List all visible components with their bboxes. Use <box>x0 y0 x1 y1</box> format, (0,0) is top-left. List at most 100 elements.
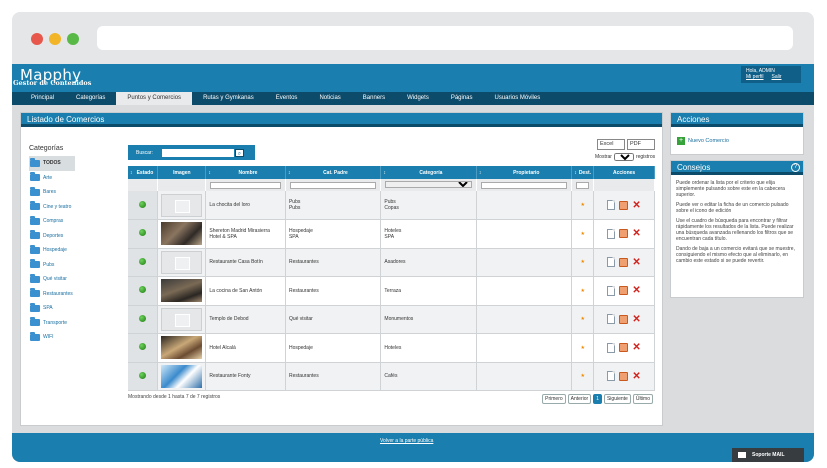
edit-icon[interactable] <box>619 229 629 239</box>
delete-icon[interactable]: ✕ <box>632 371 640 381</box>
edit-icon[interactable] <box>619 371 629 381</box>
first-page-button[interactable]: Primero <box>542 394 566 404</box>
help-icon[interactable]: ? <box>791 163 800 172</box>
category-item[interactable]: Bares <box>29 185 75 200</box>
status-cell[interactable] <box>128 248 159 277</box>
delete-icon[interactable]: ✕ <box>632 257 640 267</box>
delete-icon[interactable]: ✕ <box>632 343 640 353</box>
nav-rutas[interactable]: Rutas y Gymkanas <box>192 92 265 105</box>
profile-link[interactable]: Mi perfil <box>746 74 764 80</box>
edit-icon[interactable] <box>619 257 629 267</box>
star-icon[interactable]: ★ <box>571 248 595 277</box>
category-item[interactable]: Cine y teatro <box>29 200 75 215</box>
view-icon[interactable] <box>607 314 616 325</box>
category-item[interactable]: TODOS <box>29 156 75 171</box>
nav-paginas[interactable]: Páginas <box>440 92 484 105</box>
view-icon[interactable] <box>607 228 616 239</box>
delete-icon[interactable]: ✕ <box>632 286 640 296</box>
delete-icon[interactable]: ✕ <box>632 200 640 210</box>
col-propietario[interactable]: ↕ Propietario <box>476 166 573 179</box>
table-row[interactable]: Restaurante Fonty Restaurantes Cafés ★ ✕ <box>128 362 655 391</box>
filter-propietario[interactable] <box>480 181 568 189</box>
nav-widgets[interactable]: Widgets <box>396 92 440 105</box>
delete-icon[interactable]: ✕ <box>632 314 640 324</box>
minimize-window-button[interactable] <box>49 33 61 45</box>
logout-link[interactable]: Salir <box>772 74 782 80</box>
status-active-icon[interactable] <box>139 286 147 294</box>
delete-icon[interactable]: ✕ <box>632 229 640 239</box>
col-nombre[interactable]: ↕ Nombre <box>205 166 286 179</box>
next-page-button[interactable]: Siguiente <box>603 394 631 404</box>
category-item[interactable]: Compras <box>29 214 75 229</box>
status-active-icon[interactable] <box>139 314 147 322</box>
export-pdf-button[interactable]: PDF <box>627 139 655 150</box>
category-item[interactable]: WIFI <box>29 330 75 345</box>
current-page-button[interactable]: 1 <box>593 394 602 404</box>
category-item[interactable]: Qué visitar <box>29 272 75 287</box>
nuevo-comercio-link[interactable]: + Nuevo Comercio <box>677 137 729 145</box>
col-categoria[interactable]: ↕ Categoría <box>380 166 477 179</box>
status-cell[interactable] <box>128 333 159 363</box>
export-excel-button[interactable]: Excel <box>597 139 625 150</box>
star-icon[interactable]: ★ <box>571 305 595 334</box>
status-active-icon[interactable] <box>139 343 147 351</box>
view-icon[interactable] <box>607 342 616 353</box>
table-row[interactable]: La cocina de San Antón Restaurantes Terraz… <box>128 276 655 306</box>
edit-icon[interactable] <box>619 200 629 210</box>
search-icon[interactable]: ⌕ <box>234 148 244 157</box>
edit-icon[interactable] <box>619 286 629 296</box>
view-icon[interactable] <box>607 285 616 296</box>
search-input[interactable] <box>161 148 234 157</box>
filter-cat-padre[interactable] <box>289 181 377 189</box>
nav-noticias[interactable]: Noticias <box>308 92 351 105</box>
col-dest[interactable]: ↕ Dest. <box>571 166 595 179</box>
status-cell[interactable] <box>128 276 159 306</box>
nav-usuarios[interactable]: Usuarios Móviles <box>484 92 552 105</box>
status-cell[interactable] <box>128 191 159 220</box>
view-icon[interactable] <box>607 200 616 210</box>
view-icon[interactable] <box>607 257 616 268</box>
status-active-icon[interactable] <box>139 229 147 237</box>
table-row[interactable]: Hotel Alcalá Hospedaje Hoteles ★ ✕ <box>128 333 655 363</box>
col-estado[interactable]: ↕ Estado <box>128 166 159 179</box>
category-item[interactable]: Deportes <box>29 229 75 244</box>
filter-dest[interactable] <box>576 181 590 189</box>
status-cell[interactable] <box>128 219 159 249</box>
view-icon[interactable] <box>607 371 616 382</box>
address-bar[interactable] <box>97 26 793 50</box>
nav-puntos-comercios[interactable]: Puntos y Comercios <box>116 92 193 105</box>
public-site-link[interactable]: Volver a la parte pública <box>380 438 433 444</box>
status-active-icon[interactable] <box>139 371 147 379</box>
category-item[interactable]: Hospedaje <box>29 243 75 258</box>
category-item[interactable]: Restaurantes <box>29 287 75 302</box>
category-item[interactable]: SPA <box>29 301 75 316</box>
close-window-button[interactable] <box>31 33 43 45</box>
star-icon[interactable]: ★ <box>571 362 595 391</box>
maximize-window-button[interactable] <box>67 33 79 45</box>
status-active-icon[interactable] <box>139 257 147 265</box>
filter-categoria[interactable] <box>385 181 472 188</box>
edit-icon[interactable] <box>619 314 629 324</box>
table-row[interactable]: Templo de Debod Qué visitar Monumentos ★ ✕ <box>128 305 655 334</box>
status-active-icon[interactable] <box>139 200 147 208</box>
star-icon[interactable]: ★ <box>571 276 595 306</box>
table-row[interactable]: La chocita del loro Pubs Pubs Pubs Copas ★ ✕ <box>128 191 655 220</box>
category-item[interactable]: Transporte <box>29 316 75 331</box>
nav-categorias[interactable]: Categorías <box>65 92 116 105</box>
col-cat-padre[interactable]: ↕ Cat. Padre <box>285 166 382 179</box>
support-mail-button[interactable]: Soporte MAIL <box>732 448 804 462</box>
edit-icon[interactable] <box>619 343 629 353</box>
nav-banners[interactable]: Banners <box>352 92 396 105</box>
nav-eventos[interactable]: Eventos <box>265 92 309 105</box>
star-icon[interactable]: ★ <box>571 333 595 363</box>
page-size-select[interactable]: 50 <box>613 153 634 161</box>
star-icon[interactable]: ★ <box>571 191 595 220</box>
last-page-button[interactable]: Último <box>632 394 653 404</box>
filter-nombre[interactable] <box>210 181 281 189</box>
star-icon[interactable]: ★ <box>571 219 595 249</box>
status-cell[interactable] <box>128 362 159 391</box>
table-row[interactable]: Shereton Madrid Mirasierra Hotel & SPA Ho… <box>128 219 655 249</box>
table-row[interactable]: Restaurante Casa Botín Restaurantes Asador… <box>128 248 655 277</box>
status-cell[interactable] <box>128 305 159 334</box>
prev-page-button[interactable]: Anterior <box>567 394 592 404</box>
